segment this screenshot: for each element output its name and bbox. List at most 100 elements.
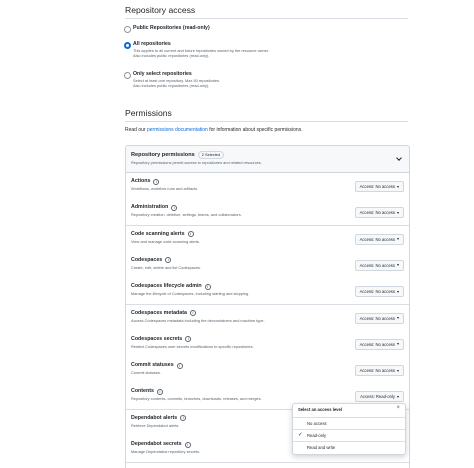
access-level-label: Access: No access — [359, 368, 395, 374]
info-icon[interactable]: i — [176, 362, 183, 369]
caret-down-icon — [397, 290, 399, 293]
permission-desc: Restrict Codespaces user secrets modific… — [131, 343, 254, 349]
info-icon[interactable]: i — [180, 415, 187, 422]
permission-row: Codespaces lifecycle admin i Manage the li… — [126, 278, 409, 306]
permission-desc: Manage Dependabot repository secrets. — [131, 449, 201, 454]
permission-desc: Repository contents, commits, branches, … — [131, 396, 262, 402]
permission-title: Codespaces lifecycle admin i — [131, 283, 211, 290]
access-level-button[interactable]: Access: No access — [354, 365, 404, 377]
permissions-heading: Permissions — [125, 108, 172, 118]
info-icon[interactable]: i — [165, 257, 172, 264]
group-title: Repository permissions 2 Selected — [131, 151, 225, 159]
intro-prefix: Read our — [125, 127, 147, 133]
caret-down-icon — [397, 317, 399, 319]
access-level-button[interactable]: Access: No access — [354, 286, 404, 298]
radio-label: Only select repositories — [133, 71, 192, 77]
access-level-label: Access: No access — [359, 184, 395, 189]
permission-desc: Create, edit, delete and list Codespaces… — [131, 264, 202, 270]
info-icon[interactable]: i — [189, 310, 196, 317]
permission-desc: Retrieve Dependabot alerts. — [131, 422, 180, 428]
permission-title-text: Commit statuses — [131, 362, 174, 369]
permission-title: Administration i — [131, 204, 178, 211]
radio-label: Public Repositories (read-only) — [133, 25, 210, 31]
access-level-button[interactable]: Access: No access — [354, 207, 404, 219]
info-icon[interactable]: i — [153, 178, 160, 185]
radio-label: All repositories — [133, 41, 171, 47]
permission-title: Actions i — [131, 178, 160, 185]
menu-item-label: Read-only — [307, 433, 327, 438]
permission-title-text: Dependabot alerts — [131, 414, 178, 421]
permission-title-text: Code scanning alerts — [131, 230, 185, 237]
permission-title: Codespaces metadata i — [131, 310, 196, 317]
group-desc: Repository permissions permit access to … — [131, 160, 262, 165]
permission-row: Code scanning alerts i View and manage cod… — [126, 225, 409, 253]
permission-title-text: Contents — [131, 388, 154, 395]
caret-down-icon — [397, 369, 399, 372]
access-level-label: Access: Read-only — [360, 394, 395, 400]
access-level-button[interactable]: Access: No access — [354, 338, 404, 350]
info-icon[interactable]: i — [185, 336, 192, 343]
caret-down-icon — [397, 343, 399, 346]
access-level-button[interactable]: Access: No access — [354, 312, 404, 324]
divider — [125, 18, 408, 19]
permission-title: Dependabot secrets i — [131, 441, 191, 448]
divider — [125, 121, 408, 122]
info-icon[interactable]: i — [184, 441, 191, 448]
permission-desc: Access Codespaces metadata including the… — [131, 317, 265, 323]
permission-title: Codespaces i — [131, 256, 172, 264]
permission-title-text: Actions — [131, 178, 151, 184]
radio-desc: Also includes public repositories (read-… — [133, 53, 210, 58]
chevron-down-icon[interactable] — [396, 155, 402, 161]
menu-item-label: Read and write — [307, 445, 336, 450]
access-level-label: Access: No access — [359, 236, 395, 242]
permission-desc: Workflows, workflow runs and artifacts. — [131, 186, 199, 191]
permission-title-text: Codespaces — [131, 256, 163, 263]
permissions-intro: Read our permissions documentation for i… — [125, 127, 303, 133]
permission-title-text: Administration — [131, 204, 169, 211]
radio-button[interactable] — [124, 26, 131, 33]
menu-item-read-and-write[interactable]: Read and write — [293, 441, 405, 453]
close-icon[interactable]: × — [396, 405, 400, 411]
info-icon[interactable]: i — [187, 231, 194, 238]
permission-desc: Commit statuses. — [131, 370, 162, 376]
access-level-label: Access: No access — [359, 289, 395, 295]
permission-desc: View and manage code scanning alerts. — [131, 238, 200, 244]
radio-desc: Also includes public repositories (read-… — [133, 83, 210, 88]
permission-title-text: Dependabot secrets — [131, 441, 182, 447]
permission-desc: Repository creation, deletion, settings,… — [131, 212, 242, 218]
caret-down-icon — [397, 395, 399, 398]
access-level-label: Access: No access — [359, 315, 395, 321]
caret-down-icon — [397, 211, 399, 214]
info-icon[interactable]: i — [171, 204, 178, 211]
caret-down-icon — [397, 238, 399, 241]
access-level-button[interactable]: Access: No access — [354, 233, 404, 245]
permissions-docs-link[interactable]: permissions documentation — [147, 127, 208, 133]
group-title-text: Repository permissions — [131, 152, 195, 158]
menu-item-no-access[interactable]: No access — [293, 417, 405, 429]
permission-title-text: Codespaces lifecycle admin — [131, 283, 202, 290]
access-level-label: Access: No access — [359, 341, 395, 347]
caret-down-icon — [397, 185, 399, 188]
menu-item-read-only[interactable]: ✓ Read-only — [293, 429, 405, 441]
access-level-menu: Select an access level × No access ✓ Rea… — [292, 403, 406, 455]
permission-row: Commit statuses i Commit statuses. Access: … — [126, 357, 409, 385]
access-level-button[interactable]: Access: Read-only — [355, 391, 404, 403]
permission-title: Contents i — [131, 388, 163, 395]
radio-button[interactable] — [124, 72, 131, 79]
info-icon[interactable]: i — [156, 388, 163, 395]
access-level-button[interactable]: Access: No access — [354, 181, 404, 192]
permission-title-text: Codespaces secrets — [131, 335, 183, 342]
repository-permissions-header[interactable]: Repository permissions 2 Selected Reposit… — [126, 146, 409, 173]
permission-row: Administration i Repository creation, dele… — [126, 199, 409, 227]
radio-button-checked[interactable] — [124, 42, 131, 49]
caret-down-icon — [397, 264, 399, 267]
access-level-label: Access: No access — [359, 262, 395, 268]
access-level-button[interactable]: Access: No access — [354, 259, 404, 271]
check-icon: ✓ — [298, 431, 303, 438]
permission-row: Codespaces i Create, edit, delete and list… — [126, 251, 409, 279]
permission-title: Dependabot alerts i — [131, 414, 187, 422]
permission-title: Commit statuses i — [131, 362, 183, 369]
repo-access-heading: Repository access — [125, 5, 196, 15]
selected-count-badge: 2 Selected — [197, 151, 225, 159]
info-icon[interactable]: i — [204, 283, 211, 290]
